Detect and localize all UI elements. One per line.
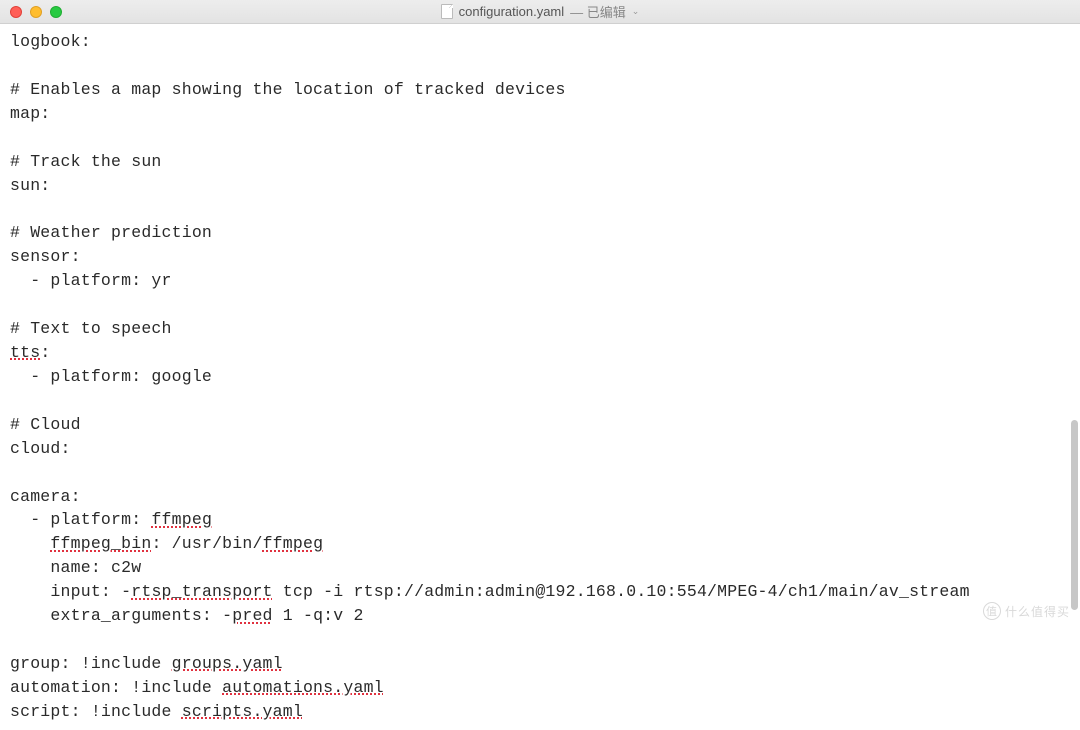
code-line: # Cloud (10, 415, 81, 434)
code-line: group: !include groups.yaml (10, 654, 283, 673)
spell-error: ffmpeg_bin (50, 534, 151, 553)
code-line: cloud: (10, 439, 71, 458)
spell-error: scripts.yaml (182, 702, 303, 721)
code-line: - platform: yr (10, 271, 172, 290)
code-line: # Weather prediction (10, 223, 212, 242)
maximize-button[interactable] (50, 6, 62, 18)
code-line: # Text to speech (10, 319, 172, 338)
spell-error: groups.yaml (172, 654, 283, 673)
code-line: sensor: (10, 247, 81, 266)
code-line: ffmpeg_bin: /usr/bin/ffmpeg (10, 534, 323, 553)
code-line: # Enables a map showing the location of … (10, 80, 566, 99)
spell-error: tts (10, 343, 40, 362)
code-line: automation: !include automations.yaml (10, 678, 384, 697)
code-line: - platform: ffmpeg (10, 510, 212, 529)
code-line: sun: (10, 176, 50, 195)
code-line: tts: (10, 343, 50, 362)
watermark-icon: 值 (983, 602, 1001, 620)
text-editor[interactable]: logbook: # Enables a map showing the loc… (0, 24, 1080, 730)
traffic-lights (10, 6, 62, 18)
edited-indicator: — 已编辑 (570, 2, 626, 21)
code-line: logbook: (10, 32, 91, 51)
code-line: # Track the sun (10, 152, 162, 171)
chevron-down-icon: ⌄ (632, 6, 640, 17)
watermark-text: 什么值得买 (1005, 603, 1070, 620)
spell-error: pred (232, 606, 272, 625)
spell-error: ffmpeg (151, 510, 212, 529)
spell-error: ffmpeg (263, 534, 324, 553)
code-line: script: !include scripts.yaml (10, 702, 303, 721)
spell-error: rtsp_transport (131, 582, 272, 601)
title-area[interactable]: configuration.yaml — 已编辑 ⌄ (0, 2, 1080, 21)
code-line: camera: (10, 487, 81, 506)
code-line: name: c2w (10, 558, 141, 577)
minimize-button[interactable] (30, 6, 42, 18)
code-line: - platform: google (10, 367, 212, 386)
code-line: extra_arguments: -pred 1 -q:v 2 (10, 606, 364, 625)
code-line: map: (10, 104, 50, 123)
close-button[interactable] (10, 6, 22, 18)
window-title: configuration.yaml (459, 4, 565, 19)
document-icon (441, 4, 453, 19)
code-line: input: -rtsp_transport tcp -i rtsp://adm… (10, 582, 970, 601)
spell-error: automations.yaml (222, 678, 384, 697)
window-titlebar: configuration.yaml — 已编辑 ⌄ (0, 0, 1080, 24)
watermark: 值 什么值得买 (983, 602, 1070, 620)
scrollbar[interactable] (1071, 420, 1078, 610)
